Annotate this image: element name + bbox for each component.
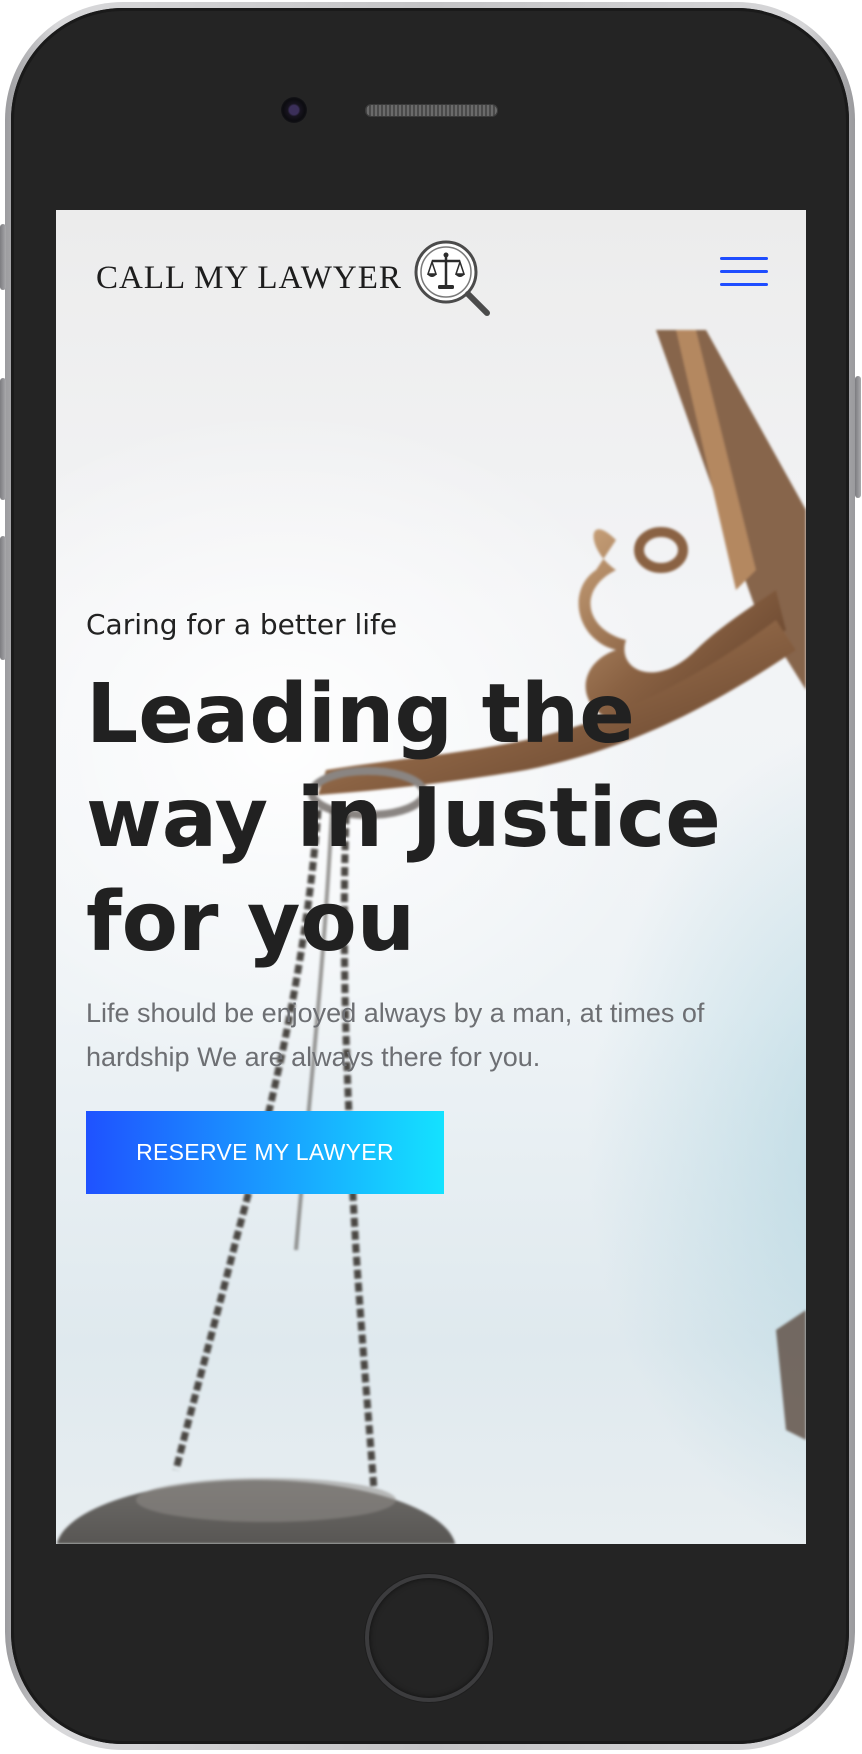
website-screen: CALL MY LAWYER Caring for a better life … (56, 210, 806, 1544)
hero-section: Caring for a better life Leading the way… (86, 605, 786, 1194)
menu-bar-top (720, 257, 768, 260)
reserve-lawyer-button[interactable]: RESERVE MY LAWYER (86, 1111, 444, 1194)
mute-switch (0, 224, 6, 290)
menu-bar-bottom (720, 283, 768, 286)
logo-text: CALL MY LAWYER (96, 259, 402, 296)
scales-magnifier-icon (414, 240, 490, 316)
earpiece-speaker (365, 104, 498, 117)
hero-eyebrow: Caring for a better life (86, 608, 398, 641)
hamburger-menu-icon[interactable] (720, 257, 768, 297)
menu-bar-middle (720, 270, 768, 273)
power-button (855, 376, 861, 498)
volume-up-button (0, 378, 6, 500)
hero-headline: Leading the way in Justice for you (86, 667, 721, 970)
volume-down-button (0, 536, 6, 660)
front-camera (281, 97, 307, 123)
mobile-mockup: CALL MY LAWYER Caring for a better life … (0, 0, 862, 1754)
hero-subtext: Life should be enjoyed always by a man, … (86, 998, 705, 1072)
home-button[interactable] (365, 1574, 493, 1702)
site-logo[interactable]: CALL MY LAWYER (96, 236, 494, 320)
site-header: CALL MY LAWYER (56, 210, 806, 330)
